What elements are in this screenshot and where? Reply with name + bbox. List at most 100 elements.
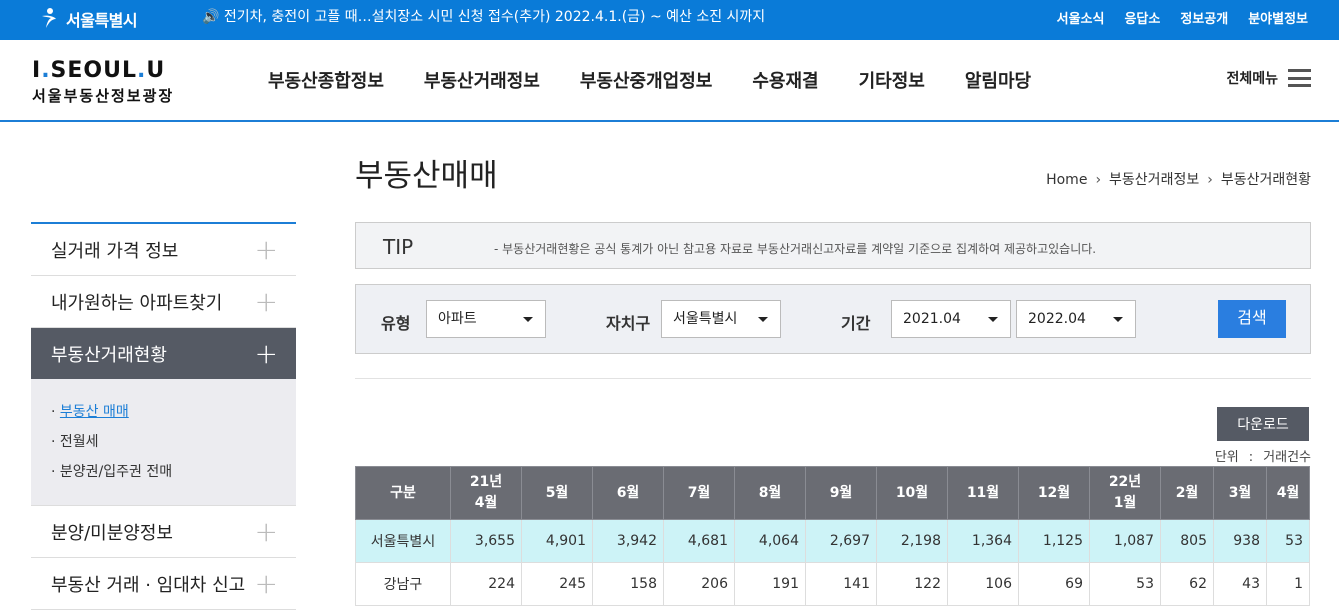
plus-icon: + [254, 232, 278, 266]
brand-korean: 서울부동산정보광장 [32, 87, 175, 105]
breadcrumb-level-1[interactable]: 부동산거래정보 [1109, 172, 1199, 188]
sidebar-item-actual-price[interactable]: 실거래 가격 정보 + [31, 224, 296, 276]
table-cell: 938 [1213, 519, 1267, 563]
breadcrumb: Home › 부동산거래정보 › 부동산거래현황 [1046, 169, 1311, 189]
all-menu-label: 전체메뉴 [1226, 71, 1278, 87]
type-select[interactable]: 아파트 [426, 300, 546, 338]
table-cell: 206 [663, 562, 735, 606]
nav-transaction-info[interactable]: 부동산거래정보 [424, 67, 540, 93]
top-link-field-info[interactable]: 분야별정보 [1248, 8, 1308, 27]
transaction-table: 구분 21년 4월 5월 6월 7월 8월 9월 10월 11월 12월 22년 1월 2월 3월 4월 서울… [355, 466, 1310, 606]
column-header: 21년 4월 [450, 466, 522, 520]
column-header: 6월 [592, 466, 664, 520]
column-header: 12월 [1018, 466, 1090, 520]
page-title: 부동산매매 [355, 158, 498, 194]
table-cell: 106 [947, 562, 1019, 606]
column-header: 11월 [947, 466, 1019, 520]
table-cell: 4,901 [521, 519, 593, 563]
column-header: 22년 1월 [1089, 466, 1161, 520]
site-brand[interactable]: I.SEOUL.U 서울부동산정보광장 [32, 58, 174, 106]
table-cell: 191 [734, 562, 806, 606]
sidebar-item-transaction-report[interactable]: 부동산 거래 · 임대차 신고 + [31, 558, 296, 610]
tip-box: TIP - 부동산거래현황은 공식 통계가 아닌 참고용 자료로 부동산거래신고… [355, 222, 1311, 269]
table-cell: 3,942 [592, 519, 664, 563]
column-header: 9월 [805, 466, 877, 520]
plus-icon: + [254, 566, 278, 600]
sidebar-item-apartment-finder[interactable]: 내가원하는 아파트찾기 + [31, 276, 296, 328]
seoul-logo-text: 서울특별시 [66, 11, 138, 30]
table-cell: 2,697 [805, 519, 877, 563]
search-button[interactable]: 검색 [1218, 300, 1286, 338]
submenu-item-lease[interactable]: · 전월세 [51, 427, 276, 457]
nav-expropriation[interactable]: 수용재결 [752, 67, 818, 93]
plus-icon: + [254, 336, 278, 370]
site-header: I.SEOUL.U 서울부동산정보광장 부동산종합정보 부동산거래정보 부동산중… [0, 40, 1339, 122]
plus-icon: + [254, 284, 278, 318]
table-cell: 62 [1160, 562, 1214, 606]
notice-ticker[interactable]: 🔊 전기차, 충전이 고플 때…설치장소 시민 신청 접수(추가) 2022.4… [202, 0, 765, 34]
sidebar-item-presale-info[interactable]: 분양/미분양정보 + [31, 506, 296, 558]
sidebar-item-transaction-status[interactable]: 부동산거래현황 + [31, 328, 296, 379]
top-link-response[interactable]: 응답소 [1124, 8, 1160, 27]
table-cell: 158 [592, 562, 664, 606]
caret-down-icon [988, 317, 998, 322]
table-cell: 2,198 [876, 519, 948, 563]
row-label-cell: 서울특별시 [355, 519, 451, 563]
chevron-right-icon: › [1095, 172, 1102, 188]
district-select[interactable]: 서울특별시 [661, 300, 781, 338]
download-button[interactable]: 다운로드 [1217, 407, 1309, 441]
side-nav: 실거래 가격 정보 + 내가원하는 아파트찾기 + 부동산거래현황 + · 부동산 매… [31, 222, 296, 610]
submenu-item-sale[interactable]: · 부동산 매매 [51, 397, 276, 427]
table-cell: 245 [521, 562, 593, 606]
breadcrumb-home[interactable]: Home [1046, 172, 1087, 188]
divider [355, 378, 1311, 379]
type-label: 유형 [381, 314, 411, 333]
caret-down-icon [523, 317, 533, 322]
nav-notice[interactable]: 알림마당 [965, 67, 1031, 93]
top-bar: 서울특별시 🔊 전기차, 충전이 고플 때…설치장소 시민 신청 접수(추가) … [0, 0, 1339, 40]
column-header: 2월 [1160, 466, 1214, 520]
table-cell: 69 [1018, 562, 1090, 606]
table-cell: 4,681 [663, 519, 735, 563]
table-cell: 53 [1089, 562, 1161, 606]
chevron-right-icon: › [1207, 172, 1213, 188]
row-label-cell: 강남구 [355, 562, 451, 606]
table-cell: 224 [450, 562, 522, 606]
main-nav: 부동산종합정보 부동산거래정보 부동산중개업정보 수용재결 기타정보 알림마당 [248, 40, 1051, 120]
tip-label: TIP [383, 235, 414, 259]
nav-real-estate-info[interactable]: 부동산종합정보 [268, 67, 384, 93]
period-from-select[interactable]: 2021.04 [891, 300, 1011, 338]
period-to-select[interactable]: 2022.04 [1016, 300, 1136, 338]
table-cell: 1,087 [1089, 519, 1161, 563]
sidebar-submenu: · 부동산 매매 · 전월세 · 분양권/입주권 전매 [31, 379, 296, 506]
column-header: 8월 [734, 466, 806, 520]
column-header: 3월 [1213, 466, 1267, 520]
table-row: 서울특별시 3,655 4,901 3,942 4,681 4,064 2,697 2,198… [355, 519, 1310, 563]
all-menu-button[interactable]: 전체메뉴 [1226, 68, 1311, 88]
top-link-news[interactable]: 서울소식 [1057, 8, 1105, 27]
speaker-icon: 🔊 [202, 9, 220, 25]
nav-broker-info[interactable]: 부동산중개업정보 [580, 67, 712, 93]
plus-icon: + [254, 514, 278, 548]
table-cell: 1,125 [1018, 519, 1090, 563]
top-link-disclosure[interactable]: 정보공개 [1180, 8, 1228, 27]
table-cell: 1 [1266, 562, 1310, 606]
column-header: 4월 [1266, 466, 1310, 520]
table-cell: 141 [805, 562, 877, 606]
seoul-logo[interactable]: 서울특별시 [38, 5, 138, 33]
nav-other-info[interactable]: 기타정보 [859, 67, 925, 93]
table-body: 서울특별시 3,655 4,901 3,942 4,681 4,064 2,697 2,198… [355, 519, 1310, 606]
period-label: 기간 [841, 314, 871, 333]
seoul-symbol-icon [42, 8, 56, 28]
submenu-item-presale-resale[interactable]: · 분양권/입주권 전매 [51, 457, 276, 487]
column-header: 구분 [355, 466, 451, 520]
table-cell: 53 [1266, 519, 1310, 563]
table-cell: 805 [1160, 519, 1214, 563]
tip-text: - 부동산거래현황은 공식 통계가 아닌 참고용 자료로 부동산거래신고자료를 … [494, 242, 1097, 256]
breadcrumb-level-2: 부동산거래현황 [1220, 172, 1311, 188]
caret-down-icon [758, 317, 768, 322]
hamburger-icon [1288, 69, 1311, 87]
unit-note: 단위: 거래건수 [1214, 450, 1311, 465]
table-cell: 3,655 [450, 519, 522, 563]
search-panel: 유형 아파트 자치구 서울특별시 기간 2021.04 2022.04 검색 [355, 284, 1311, 354]
